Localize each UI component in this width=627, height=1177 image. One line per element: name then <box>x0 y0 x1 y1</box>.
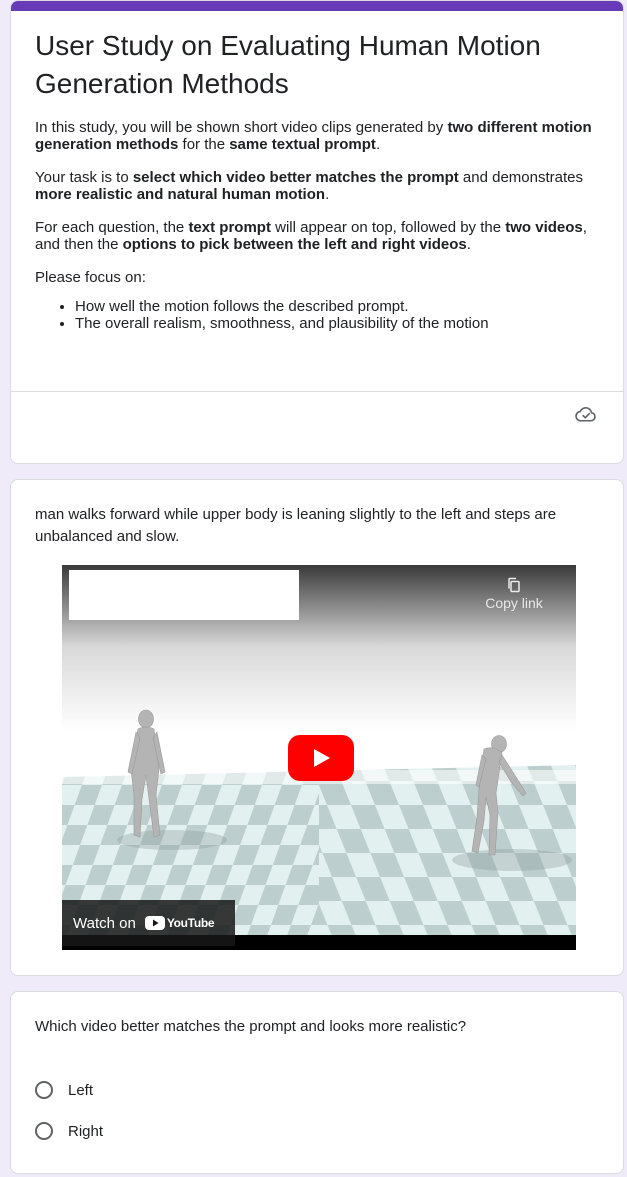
intro-bold: more realistic and natural human motion <box>35 186 326 203</box>
intro-text: for the <box>178 136 230 153</box>
option-label: Right <box>68 1122 104 1140</box>
form-header-card: User Study on Evaluating Human Motion Ge… <box>10 0 624 464</box>
intro-paragraph-3: For each question, the text prompt will … <box>35 219 603 253</box>
copy-link-button[interactable]: Copy link <box>474 577 554 613</box>
header-divider <box>11 391 623 392</box>
play-button[interactable] <box>288 735 354 781</box>
radio-circle-icon[interactable] <box>35 1081 53 1099</box>
form-description: In this study, you will be shown short v… <box>35 119 603 332</box>
intro-bold: options to pick between the left and rig… <box>122 236 467 253</box>
intro-bold: two videos <box>505 219 583 236</box>
intro-text: . <box>375 136 381 153</box>
watch-on-youtube-link[interactable]: Watch on YouTube <box>62 900 235 946</box>
youtube-wordmark: YouTube <box>166 916 215 930</box>
intro-bold: select which video better matches the pr… <box>132 169 459 186</box>
video-title-overlay <box>69 570 299 620</box>
intro-bold: text prompt <box>188 219 271 236</box>
motion-prompt-text: man walks forward while upper body is le… <box>35 506 557 545</box>
header-accent-bar <box>11 1 623 11</box>
intro-text: and demonstrates <box>458 169 584 186</box>
intro-text: . <box>466 236 471 253</box>
focus-list: How well the motion follows the describe… <box>35 298 603 332</box>
youtube-logo: YouTube <box>144 916 215 930</box>
copy-link-label: Copy link <box>485 595 543 611</box>
intro-paragraph-1: In this study, you will be shown short v… <box>35 119 603 153</box>
option-left[interactable]: Left <box>35 1081 93 1099</box>
youtube-play-icon <box>144 916 165 930</box>
intro-text: . <box>325 186 330 203</box>
intro-text: Your task is to <box>35 169 133 186</box>
choice-question-card: Which video better matches the prompt an… <box>10 991 624 1174</box>
focus-label: Please focus on: <box>35 269 146 286</box>
video-question-card: man walks forward while upper body is le… <box>10 479 624 976</box>
intro-text: will appear on top, followed by the <box>270 219 506 236</box>
cloud-check-icon <box>575 406 596 422</box>
form-page: User Study on Evaluating Human Motion Ge… <box>0 0 627 1177</box>
radio-circle-icon[interactable] <box>35 1122 53 1140</box>
intro-text: For each question, the <box>35 219 189 236</box>
intro-bold: same textual prompt <box>229 136 376 153</box>
option-label: Left <box>68 1081 94 1099</box>
focus-item: The overall realism, smoothness, and pla… <box>75 315 603 332</box>
intro-text: In this study, you will be shown short v… <box>35 119 448 136</box>
intro-paragraph-2: Your task is to select which video bette… <box>35 169 603 203</box>
option-right[interactable]: Right <box>35 1122 103 1140</box>
copy-icon <box>508 577 520 593</box>
youtube-embed[interactable]: Copy link Watch on YouTube <box>62 565 576 950</box>
question-text: Which video better matches the prompt an… <box>35 1018 467 1035</box>
watch-on-label: Watch on <box>73 914 136 932</box>
focus-item: How well the motion follows the describe… <box>75 298 603 315</box>
form-header-content: User Study on Evaluating Human Motion Ge… <box>35 27 603 332</box>
form-title: User Study on Evaluating Human Motion Ge… <box>35 30 541 99</box>
